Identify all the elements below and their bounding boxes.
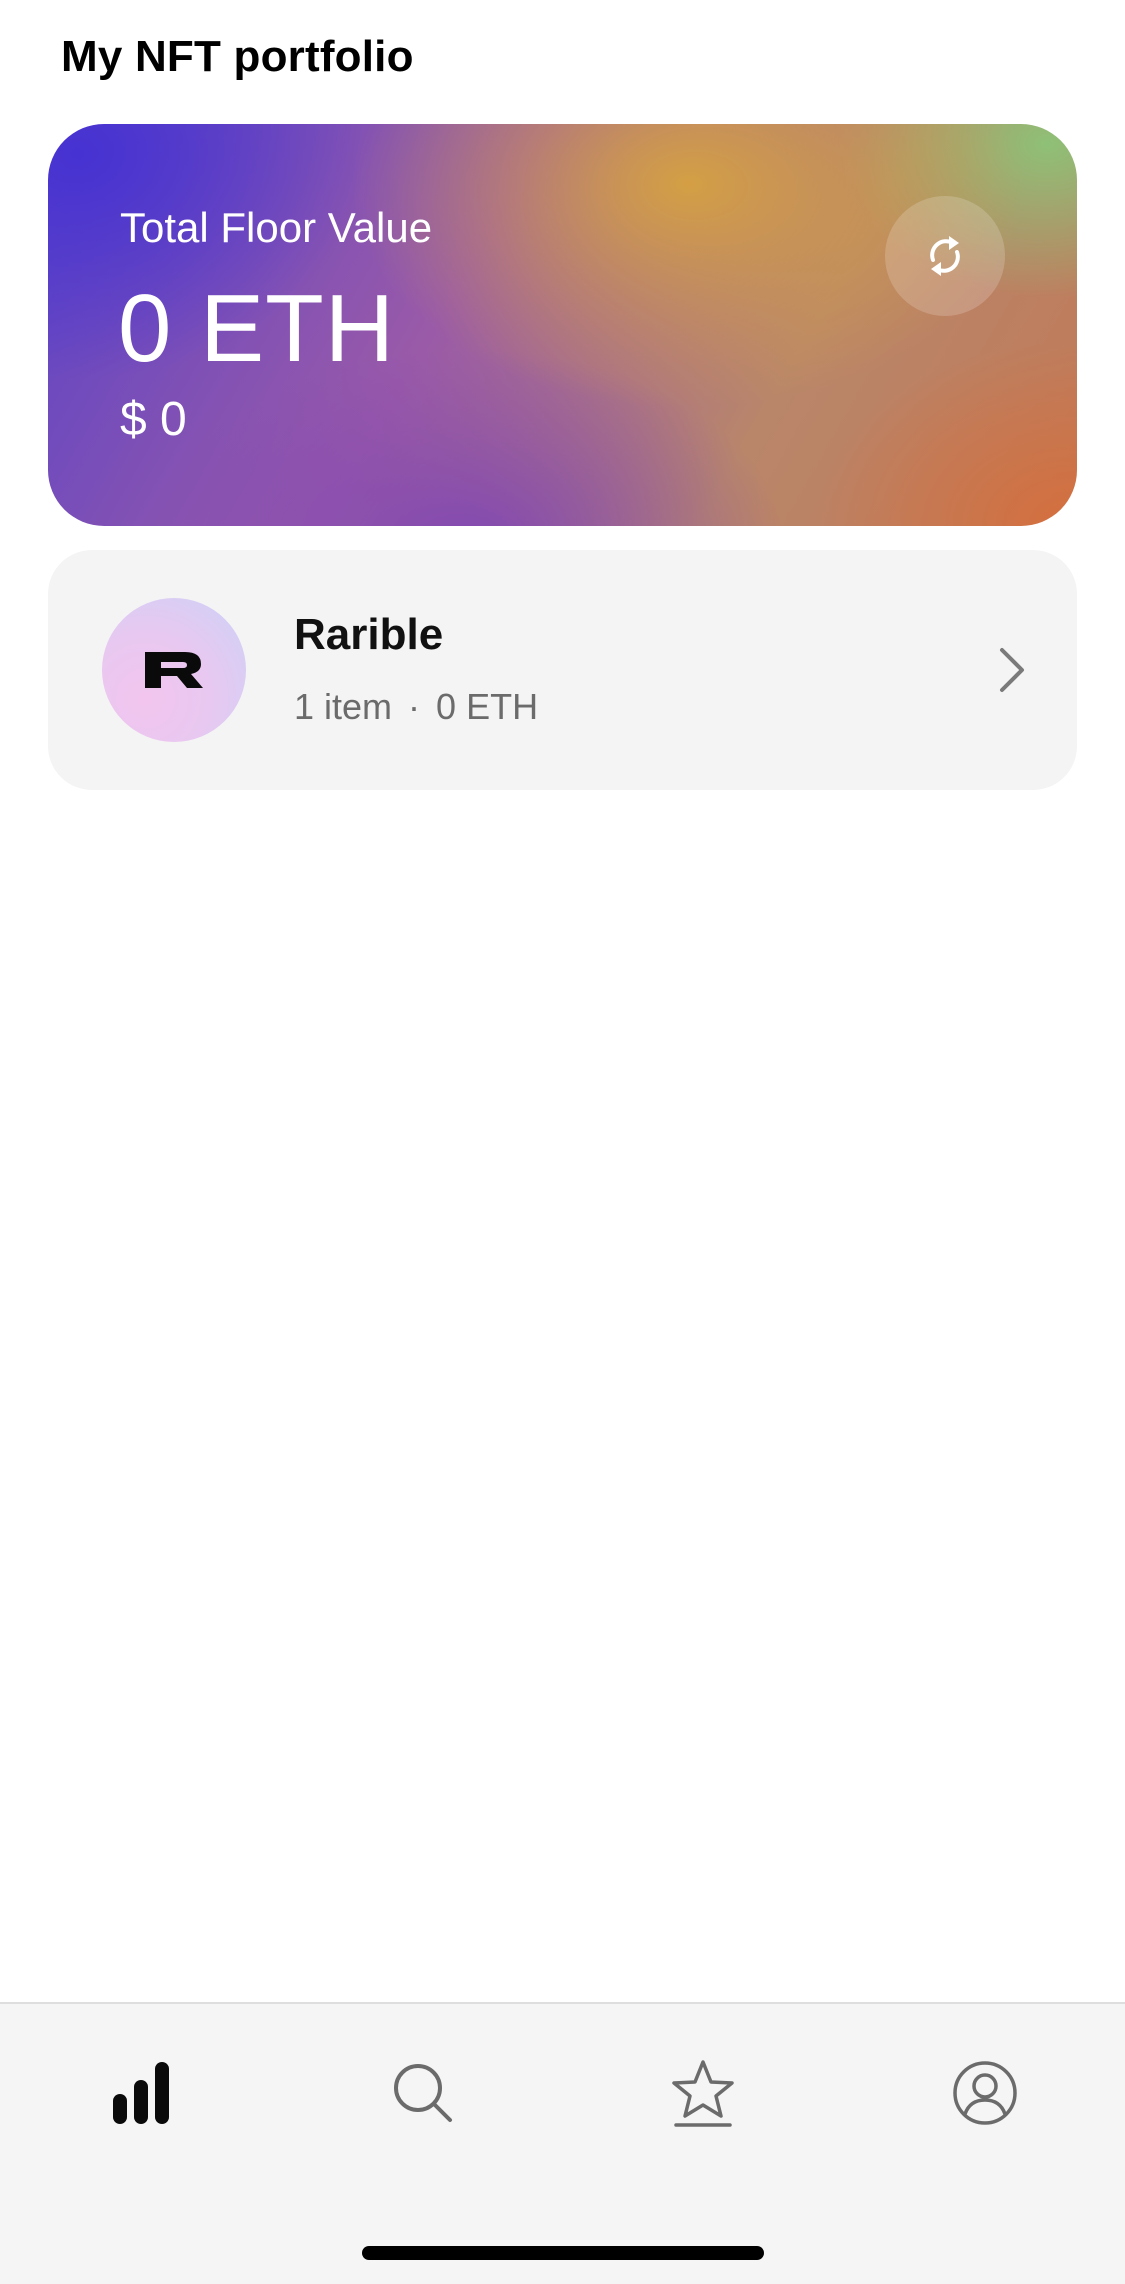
floor-value-label: Total Floor Value: [120, 204, 433, 251]
tab-portfolio[interactable]: [96, 2048, 186, 2138]
portfolio-chart-icon: [113, 2062, 169, 2124]
tab-profile[interactable]: [940, 2048, 1030, 2138]
page-title: My NFT portfolio: [61, 32, 414, 81]
collection-meta: 1 item · 0 ETH: [294, 686, 538, 728]
tab-watchlist[interactable]: [658, 2048, 748, 2138]
refresh-icon: [930, 236, 960, 276]
collection-value: 0 ETH: [436, 686, 539, 727]
total-floor-value-card: Total Floor Value 0 ETH $ 0: [48, 124, 1077, 526]
bottom-tab-bar: [0, 2002, 1125, 2284]
meta-separator: ·: [408, 686, 421, 727]
home-indicator[interactable]: [362, 2246, 764, 2260]
collection-avatar: [102, 598, 246, 742]
floor-value-usd: $ 0: [120, 393, 187, 446]
collection-name: Rarible: [294, 610, 444, 659]
refresh-button[interactable]: [885, 196, 1005, 316]
collection-item-count: 1 item: [294, 686, 393, 727]
collection-item-rarible[interactable]: Rarible 1 item · 0 ETH: [48, 550, 1077, 790]
rarible-logo-icon: [145, 652, 203, 688]
search-icon: [394, 2064, 452, 2122]
chevron-right-icon: [1000, 648, 1024, 692]
tab-search[interactable]: [378, 2048, 468, 2138]
portfolio-screen: My NFT portfolio Total Floor Value 0 ETH…: [0, 0, 1125, 2284]
floor-value-eth: 0 ETH: [118, 275, 396, 382]
star-icon: [672, 2060, 734, 2127]
profile-icon: [953, 2061, 1017, 2125]
